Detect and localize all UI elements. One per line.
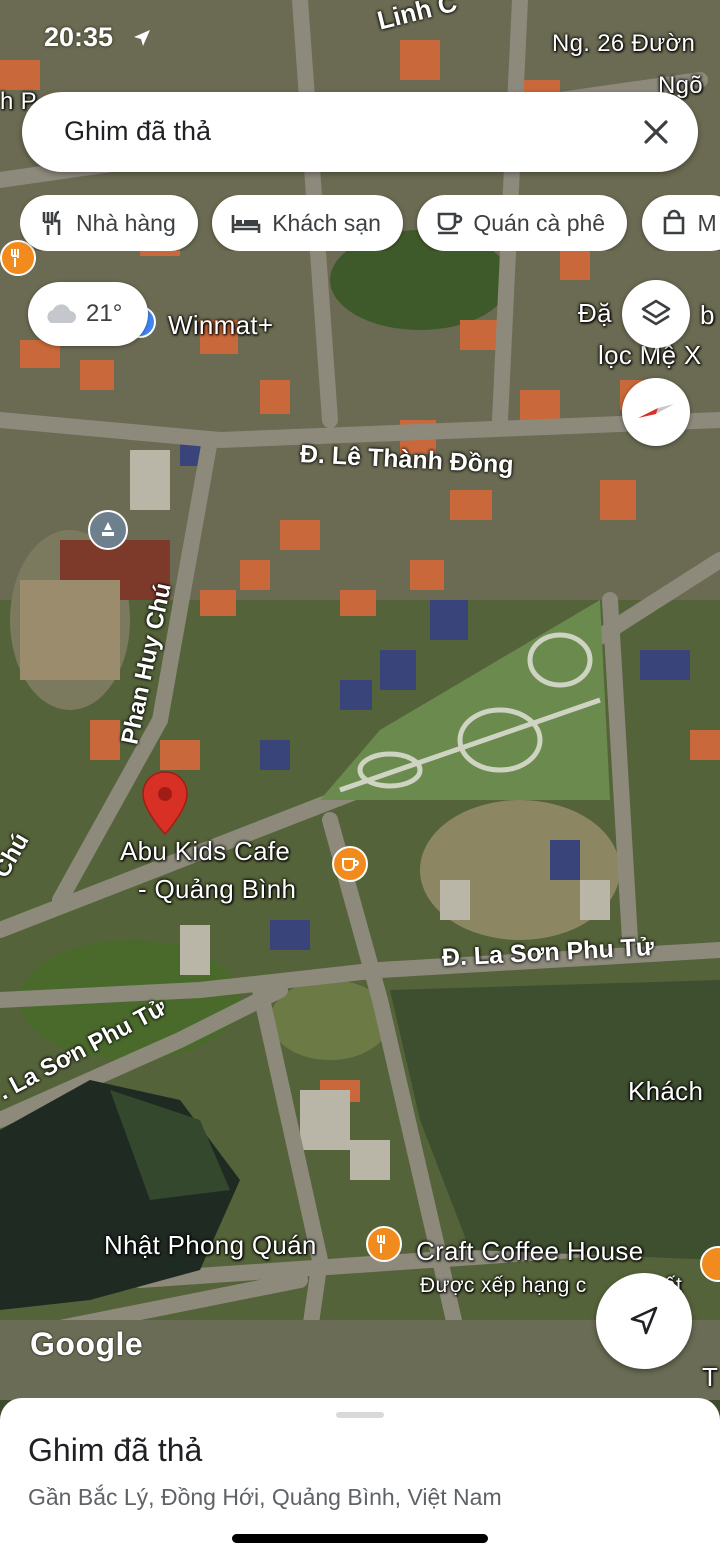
navigation-arrow-icon — [630, 1306, 658, 1335]
search-text[interactable]: Ghim đã thả — [64, 116, 211, 147]
cloud-icon — [47, 304, 76, 323]
my-location-button[interactable] — [596, 1273, 692, 1369]
cafe-poi-icon[interactable] — [332, 846, 368, 882]
map-label-abu-2[interactable]: - Quảng Bình — [138, 874, 296, 905]
map-label-right-1b: b — [700, 300, 715, 330]
hotel-icon — [231, 215, 261, 233]
map-label-craft-rating: Được xếp hạng c — [420, 1274, 587, 1297]
map-label-edge-t: T — [702, 1362, 719, 1392]
chip-coffee[interactable]: Quán cà phê — [417, 195, 628, 251]
weather-badge[interactable]: 21° — [28, 282, 148, 346]
map-label-nhat-phong[interactable]: Nhật Phong Quán — [104, 1230, 317, 1261]
layers-icon — [641, 299, 671, 326]
place-address: Gần Bắc Lý, Đồng Hới, Quảng Bình, Việt N… — [28, 1484, 502, 1510]
restaurant-icon — [42, 210, 61, 235]
coffee-icon — [438, 212, 463, 235]
chip-shopping[interactable]: M — [641, 195, 720, 251]
shopping-bag-icon — [663, 209, 684, 235]
map-label-abu-1[interactable]: Abu Kids Cafe — [120, 836, 290, 867]
chip-label: Nhà hàng — [76, 209, 176, 236]
temple-poi-icon[interactable] — [88, 510, 128, 550]
close-icon[interactable] — [638, 114, 674, 150]
compass-button[interactable] — [622, 378, 690, 446]
chip-label: M — [697, 209, 717, 236]
sheet-drag-handle[interactable] — [336, 1412, 384, 1418]
weather-temperature: 21° — [86, 300, 123, 327]
chip-restaurants[interactable]: Nhà hàng — [20, 195, 198, 251]
google-logo: Google — [30, 1326, 144, 1362]
map-label-winmart[interactable]: Winmat+ — [168, 310, 273, 341]
layers-button[interactable] — [622, 280, 690, 348]
location-arrow-icon — [134, 30, 150, 46]
map-label-ng26: Ng. 26 Đườn — [552, 30, 696, 57]
map-label-craft-coffee[interactable]: Craft Coffee House — [416, 1236, 643, 1267]
place-title: Ghim đã thả — [28, 1432, 203, 1468]
map-label-right-1: Đặ — [578, 298, 612, 328]
home-indicator[interactable] — [232, 1534, 488, 1543]
chip-hotels[interactable]: Khách sạn — [212, 195, 403, 251]
compass-icon — [638, 404, 674, 418]
map-label-khach: Khách — [628, 1076, 704, 1106]
search-bar[interactable]: Ghim đã thả — [22, 92, 698, 172]
status-time: 20:35 — [44, 22, 114, 52]
category-chips: Nhà hàng Khách sạn Quán cà phê M — [20, 195, 720, 251]
chip-label: Quán cà phê — [473, 209, 606, 236]
restaurant-poi-icon-2[interactable] — [366, 1226, 402, 1262]
bottom-sheet[interactable]: Ghim đã thả Gần Bắc Lý, Đồng Hới, Quảng … — [0, 1398, 720, 1557]
dropped-pin-icon[interactable] — [140, 770, 190, 836]
chip-label: Khách sạn — [272, 209, 381, 236]
